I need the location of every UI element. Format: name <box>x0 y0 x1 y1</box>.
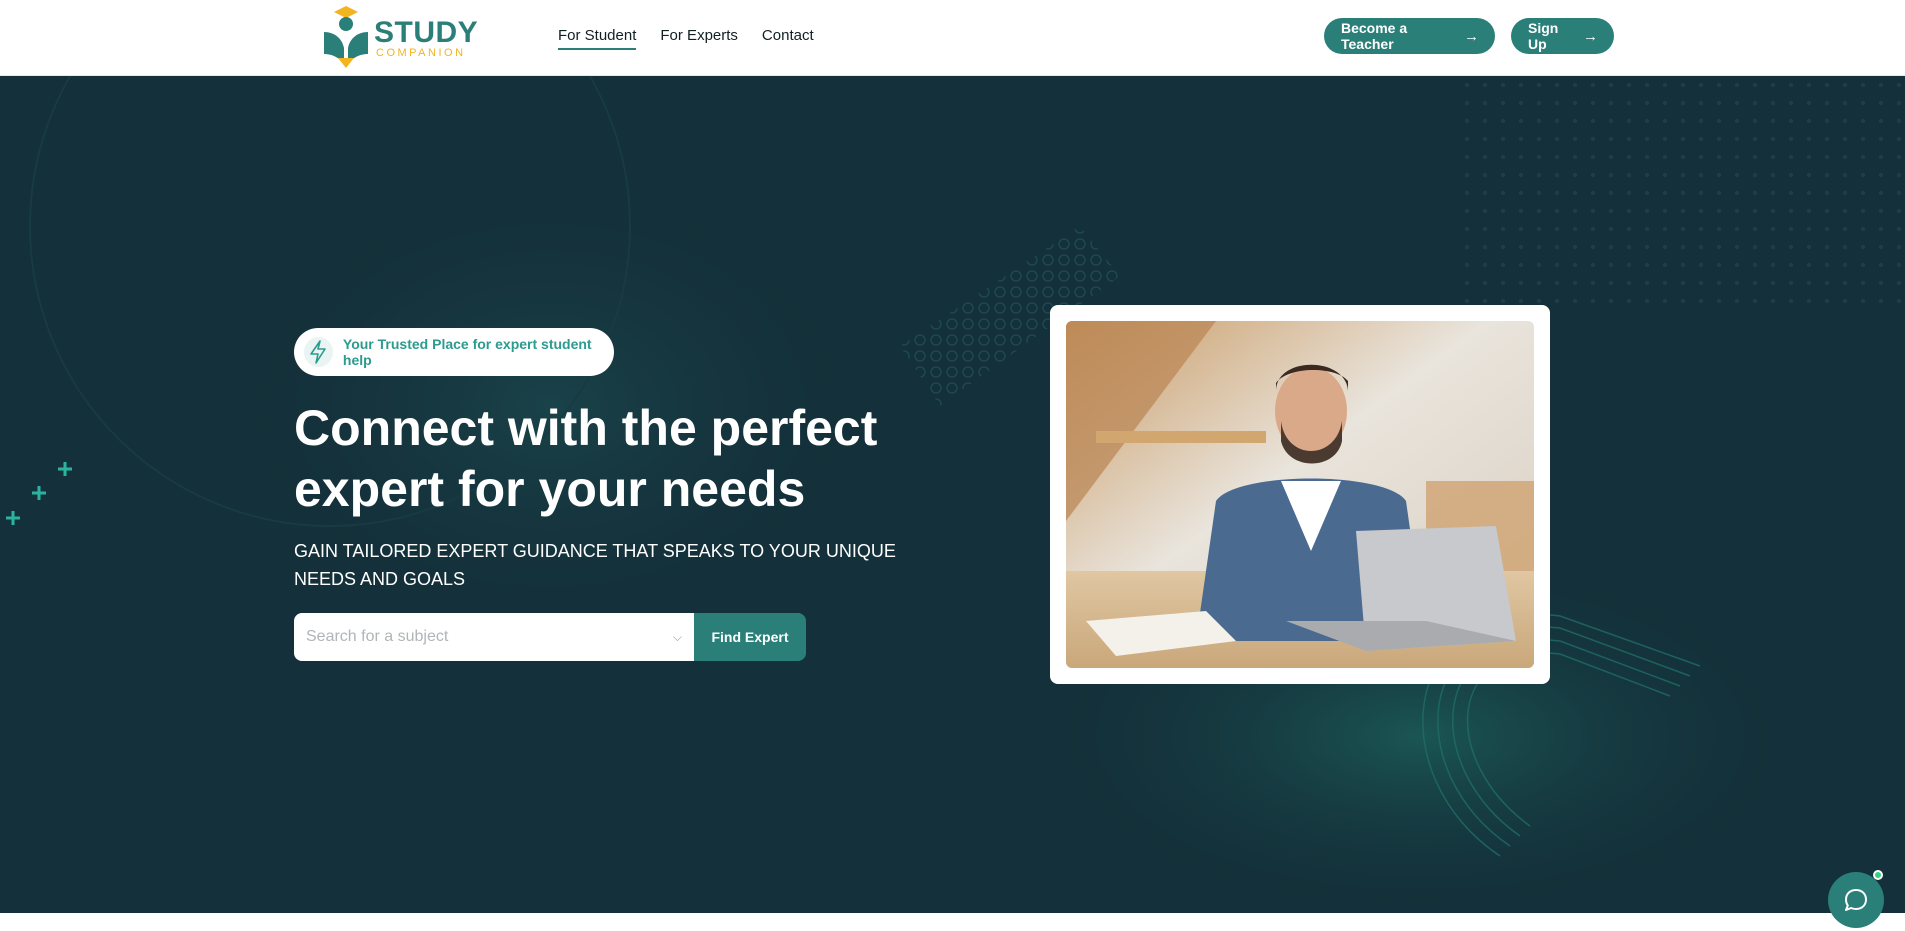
nav-item-for-student[interactable]: For Student <box>558 27 637 50</box>
online-status-indicator <box>1873 870 1883 880</box>
logo-text-companion: COMPANION <box>376 47 466 59</box>
study-companion-logo[interactable]: STUDY COMPANION <box>318 2 478 72</box>
hero-section: Your Trusted Place for expert student he… <box>0 76 1905 913</box>
plus-decoration-icon <box>6 462 72 525</box>
main-nav: For Student For Experts Contact <box>558 27 814 50</box>
chevron-down-icon[interactable]: ⌵ <box>673 630 682 645</box>
chat-button[interactable] <box>1828 872 1884 928</box>
subject-search: ⌵ Find Expert <box>294 613 806 661</box>
hero-background-decoration <box>6 76 1905 913</box>
subject-select[interactable]: ⌵ <box>294 613 694 661</box>
subject-search-input[interactable] <box>306 628 646 646</box>
sign-up-label: Sign Up <box>1528 20 1559 52</box>
nav-item-contact[interactable]: Contact <box>762 27 814 50</box>
arrow-right-icon: → <box>1583 27 1598 45</box>
hero-subheadline: GAIN TAILORED EXPERT GUIDANCE THAT SPEAK… <box>294 541 896 589</box>
become-teacher-label: Become a Teacher <box>1341 20 1408 52</box>
sign-up-button[interactable]: Sign Up → <box>1511 18 1614 54</box>
arrow-right-icon: → <box>1464 27 1479 45</box>
nav-item-for-experts[interactable]: For Experts <box>660 27 738 50</box>
trusted-badge: Your Trusted Place for expert student he… <box>294 328 614 376</box>
hero-headline: Connect with the perfect expert for your… <box>294 400 878 517</box>
hero-photo-student-with-laptop <box>1066 321 1534 668</box>
site-header: STUDY COMPANION For Student For Experts … <box>0 0 1905 76</box>
lightning-icon <box>304 337 333 367</box>
logo-text-study: STUDY <box>374 16 479 49</box>
logo-mark-icon <box>324 6 368 68</box>
find-expert-button[interactable]: Find Expert <box>694 613 806 661</box>
page: STUDY COMPANION For Student For Experts … <box>0 0 1905 931</box>
trusted-badge-text: Your Trusted Place for expert student he… <box>342 336 592 368</box>
become-teacher-button[interactable]: Become a Teacher → <box>1324 18 1495 54</box>
hero-image-frame <box>1050 305 1550 684</box>
chat-bubble-icon <box>1845 889 1867 911</box>
